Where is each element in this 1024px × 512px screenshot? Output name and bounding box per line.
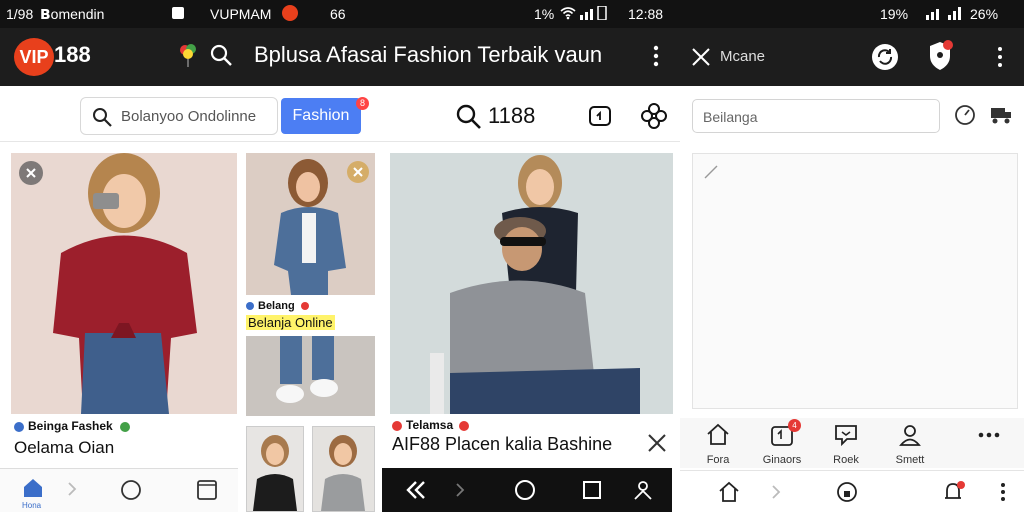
tab-profile-label: Smett	[895, 454, 925, 466]
status-bar: 1/98 𝗕omendin VUPMAM 66 1% 12:88 19% 26%	[0, 0, 1024, 28]
status-time: 12:88	[628, 6, 664, 22]
app-notification-icon	[282, 5, 298, 21]
home-circle-icon[interactable]	[514, 479, 536, 506]
card1-title[interactable]: Oelama Oian	[14, 438, 114, 458]
card2-title[interactable]: Belanja Online	[246, 315, 335, 330]
dismiss-card-button[interactable]	[19, 161, 43, 185]
nav-home-label: Hona	[22, 501, 42, 510]
secondary-header-label: Mcane	[720, 48, 766, 65]
card2-tag: Belang	[246, 300, 313, 312]
lock-shield-icon[interactable]	[836, 481, 858, 508]
tab-chat[interactable]: Roek	[816, 422, 876, 466]
card2-tag-text: Belang	[258, 300, 295, 312]
chip-badge: 8	[356, 97, 369, 110]
chevron-right-icon[interactable]	[454, 482, 466, 503]
back-icon[interactable]	[404, 480, 428, 505]
search-placeholder: Bolanyoo Ondolinne	[121, 108, 257, 125]
user-key-icon[interactable]	[632, 479, 654, 506]
product-image-red-shirt[interactable]	[11, 153, 237, 414]
card4-tag: Telamsa	[392, 418, 473, 432]
shield-icon[interactable]	[926, 40, 954, 72]
fashion-category-chip[interactable]: Fashion	[281, 98, 361, 134]
close-icon[interactable]	[690, 46, 712, 68]
tab-home-label: Fora	[706, 454, 730, 466]
tab-home[interactable]: Fora	[688, 422, 748, 466]
status-battery-percent: 26%	[970, 6, 999, 22]
tab-chat-label: Roek	[833, 454, 859, 466]
app-root: 1/98 𝗕omendin VUPMAM 66 1% 12:88 19% 26%…	[0, 0, 1024, 512]
tab-more[interactable]	[959, 422, 1019, 448]
card1-tag: Beinga Fashek	[14, 419, 134, 433]
recents-square-icon[interactable]	[582, 480, 602, 505]
right-search-input[interactable]: Beilanga	[692, 99, 940, 133]
tab-profile[interactable]: Smett	[880, 422, 940, 466]
product-thumbnail-black-top[interactable]	[246, 426, 304, 512]
refresh-icon[interactable]	[870, 42, 900, 72]
dismiss-card-button-2[interactable]	[347, 161, 369, 183]
content-placeholder-panel	[692, 153, 1018, 409]
inbox-icon[interactable]	[588, 104, 612, 128]
brand-logo[interactable]: VIP	[14, 38, 54, 76]
tab-orders-label: Ginaors	[762, 454, 802, 466]
app-header: VIP 188 Bplusa Afasai Fashion Terbaik va…	[0, 28, 680, 86]
bell-icon[interactable]	[942, 480, 968, 509]
chevron-right-icon[interactable]	[770, 484, 782, 505]
chevron-right-icon[interactable]	[66, 481, 78, 502]
search-icon-secondary[interactable]	[454, 102, 482, 130]
status-carrier: VUPMAM	[210, 6, 272, 22]
truck-icon[interactable]	[990, 105, 1012, 125]
card1-tag-text: Beinga Fashek	[28, 419, 113, 433]
verified-icon	[120, 421, 131, 432]
more-vertical-icon-bottom[interactable]	[998, 481, 1008, 508]
search-icon[interactable]	[208, 42, 234, 68]
circle-home-button[interactable]	[120, 479, 142, 506]
profile-icon	[897, 422, 923, 448]
notification-icon	[172, 7, 184, 19]
more-vertical-icon-right[interactable]	[992, 44, 1008, 70]
tag-icon	[14, 421, 24, 432]
search-input-icon	[91, 106, 113, 128]
right-tab-bar: Fora Ginaors 4 Roek Smett	[680, 418, 1024, 468]
heart-icon	[459, 420, 470, 431]
status-mid-number: 66	[330, 6, 346, 22]
flower-icon	[392, 420, 402, 431]
right-bottom-nav	[680, 470, 1024, 512]
chat-icon	[833, 422, 859, 448]
product-image-couple[interactable]	[390, 153, 673, 414]
status-app-text: 𝗕omendin	[40, 6, 105, 22]
status-battery-left: 1%	[534, 6, 555, 22]
search-input[interactable]: Bolanyoo Ondolinne	[80, 97, 278, 135]
signal-icon-right	[926, 6, 966, 23]
right-search-placeholder: Beilanga	[703, 109, 758, 125]
status-time-left: 1/98	[6, 6, 34, 22]
tabs-icon[interactable]	[196, 479, 218, 506]
wifi-icon	[560, 6, 576, 23]
page-title: Bplusa Afasai Fashion Terbaik vaun	[254, 42, 603, 67]
orders-badge: 4	[788, 419, 801, 432]
counter-text: 1188	[488, 103, 536, 128]
more-vertical-icon[interactable]	[646, 42, 666, 70]
balloon-icon[interactable]	[178, 42, 198, 68]
close-card-icon[interactable]	[646, 432, 668, 454]
brand-number: 188	[54, 42, 91, 67]
tag-icon	[246, 302, 254, 311]
search-divider	[0, 141, 680, 142]
heart-icon	[300, 302, 309, 311]
signal-icon	[580, 5, 610, 23]
card4-title[interactable]: AIF88 Placen kalia Bashine	[392, 434, 612, 455]
tab-orders[interactable]: Ginaors	[752, 422, 812, 466]
card4-tag-text: Telamsa	[406, 418, 454, 432]
home-icon-right[interactable]	[718, 481, 740, 508]
gauge-icon[interactable]	[954, 104, 976, 126]
bottom-nav-system	[382, 468, 672, 512]
pen-icon[interactable]	[703, 164, 719, 180]
product-image-sneakers[interactable]	[246, 336, 375, 416]
secondary-header: Mcane	[680, 28, 1024, 86]
more-horizontal-icon	[976, 422, 1002, 448]
product-thumbnail-grey-shirt[interactable]	[312, 426, 375, 512]
home-icon[interactable]	[22, 477, 44, 504]
home-outline-icon	[705, 422, 731, 448]
status-battery-right: 19%	[880, 6, 909, 22]
clover-icon[interactable]	[640, 102, 668, 130]
